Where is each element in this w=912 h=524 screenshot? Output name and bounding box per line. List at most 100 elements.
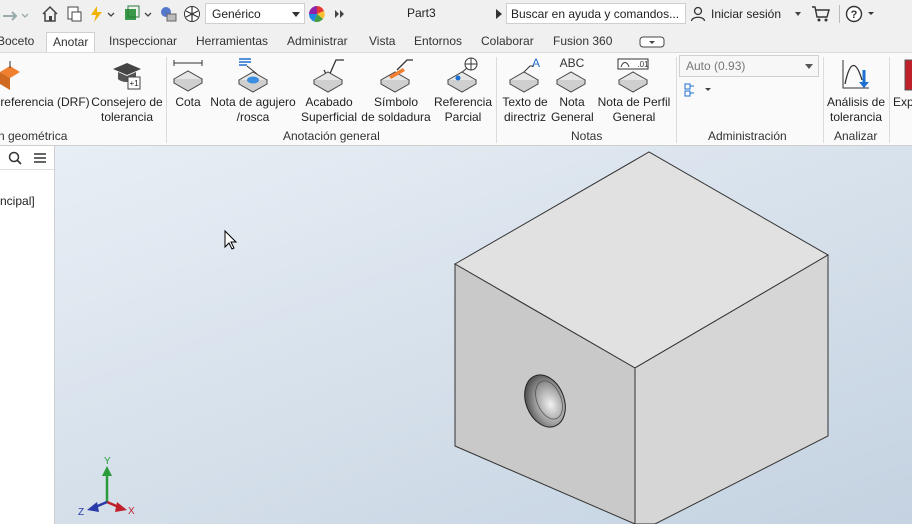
visibility-grid-icon [684, 83, 711, 97]
style-select-value: Genérico [212, 6, 261, 21]
graduation-cap-icon: +1 [113, 63, 141, 90]
browser-tree-item[interactable]: ncipal] [0, 194, 35, 208]
color-wheel-icon [308, 6, 325, 22]
document-title: Part3 [407, 6, 436, 20]
hole-thread-note-button[interactable]: Nota de agujero /rosca [208, 55, 298, 125]
redo-button[interactable] [0, 4, 30, 24]
profile-note-label-line1: Nota de Perfil [597, 95, 671, 109]
surface-finish-button[interactable]: Acabado Superficial [298, 55, 360, 125]
tab-environments[interactable]: Entornos [414, 32, 462, 52]
leader-text-icon: A [508, 56, 540, 93]
general-note-label-line1: Nota [559, 95, 585, 109]
mouse-cursor-icon [224, 229, 238, 250]
tolerance-analysis-button[interactable]: Análisis de tolerancia [825, 55, 887, 125]
profile-note-icon-text: .01 [637, 60, 649, 69]
general-note-label-line2: General [551, 110, 594, 124]
browser-toolbar [0, 146, 54, 170]
tab-fusion-360[interactable]: Fusion 360 [553, 32, 612, 52]
titlebar-divider [838, 4, 840, 24]
z-axis-arrow-icon [87, 502, 99, 512]
general-note-icon-text: ABC [560, 56, 585, 70]
chevron-down-icon [805, 64, 813, 69]
tolerance-advisor-button[interactable]: +1 Consejero de tolerancia [90, 55, 164, 125]
tab-sketch[interactable]: Boceto [0, 32, 34, 52]
appearance-ball-icon [184, 6, 200, 22]
cube-part[interactable] [454, 151, 829, 524]
search-expand-button[interactable] [494, 4, 504, 24]
export-label: Exp [893, 95, 912, 109]
hole-note-icon [237, 58, 269, 93]
update-button[interactable] [88, 4, 116, 24]
help-search-input[interactable]: Buscar en ayuda y comandos... [506, 3, 686, 24]
export-button[interactable]: Exp [893, 55, 912, 110]
surface-finish-label-line1: Acabado [305, 95, 353, 109]
model-browser: ncipal] [0, 146, 55, 524]
panel-divider [889, 57, 890, 143]
axis-triad: Y X Z [78, 456, 135, 518]
ribbon-tab-bar: Boceto Anotar Inspeccionar Herramientas … [0, 29, 912, 52]
leader-text-icon-letter: A [532, 56, 540, 70]
chevron-down-icon [795, 12, 801, 16]
chevron-right-icon [496, 9, 502, 19]
graphics-viewport[interactable]: Y X Z [55, 146, 912, 524]
hole-note-label-line2: /rosca [236, 110, 270, 124]
tab-view[interactable]: Vista [369, 32, 395, 52]
general-profile-note-button[interactable]: .01 Nota de Perfil General [594, 55, 674, 125]
help-button[interactable]: ? [845, 4, 877, 24]
leader-text-label-line2: directriz [503, 110, 546, 124]
tab-tools[interactable]: Herramientas [196, 32, 268, 52]
weld-symbol-button[interactable]: Símbolo de soldadura [360, 55, 432, 125]
panel-label-management: Administración [708, 129, 787, 143]
lightning-icon [91, 6, 115, 22]
appearance-style-select[interactable]: Genérico [205, 3, 305, 24]
double-chevron-right-icon [335, 10, 344, 18]
home-button[interactable] [40, 4, 60, 24]
z-axis-label: Z [78, 507, 84, 518]
surface-finish-label-line2: Superficial [300, 110, 358, 124]
y-axis-arrow-icon [102, 466, 112, 476]
search-icon[interactable] [8, 151, 22, 165]
partial-reference-icon [446, 57, 478, 93]
signin-button[interactable]: Iniciar sesión [690, 6, 781, 22]
svg-text:+1: +1 [129, 79, 139, 88]
account-menu-button[interactable] [792, 4, 804, 24]
user-icon [690, 6, 706, 22]
menu-icon[interactable] [33, 151, 47, 165]
panel-divider [823, 57, 824, 143]
export-icon [904, 59, 912, 91]
3d-scene: Y X Z [78, 151, 829, 524]
select-button[interactable] [122, 4, 152, 24]
tab-collaborate[interactable]: Colaborar [481, 32, 534, 52]
surface-finish-icon [312, 59, 344, 93]
material-icon [161, 7, 177, 22]
ribbon-panel-area: referencia (DRF) +1 Consejero de toleran… [0, 52, 912, 146]
chevron-down-icon [292, 12, 300, 17]
partial-reference-label-line1: Referencia [433, 95, 493, 109]
leader-text-button[interactable]: A Texto de directriz [499, 55, 551, 125]
x-axis-label: X [128, 506, 135, 517]
tolerance-analysis-label-line2: tolerancia [829, 110, 883, 124]
tab-annotate[interactable]: Anotar [46, 32, 96, 52]
material-button[interactable] [158, 4, 178, 24]
profile-note-icon: .01 [617, 58, 649, 93]
dimension-icon [172, 60, 204, 92]
annotation-scale-select[interactable]: Auto (0.93) [679, 55, 819, 77]
panel-divider [166, 57, 167, 143]
weld-symbol-label-line2: de soldadura [361, 110, 431, 124]
panel-label-notes: Notas [571, 129, 603, 143]
tab-manage[interactable]: Administrar [287, 32, 348, 52]
weld-symbol-icon [379, 59, 413, 93]
store-button[interactable] [810, 4, 832, 24]
annotation-visibility-button[interactable] [682, 82, 712, 100]
partial-reference-button[interactable]: Referencia Parcial [432, 55, 494, 125]
toolbar-overflow-button[interactable] [332, 4, 346, 24]
new-file-button[interactable] [64, 4, 84, 24]
color-override-button[interactable] [307, 4, 327, 24]
tab-inspect[interactable]: Inspeccionar [109, 32, 177, 52]
datum-reference-frame-button[interactable]: referencia (DRF) [0, 55, 90, 110]
help-icon: ? [845, 5, 874, 23]
appearance-button[interactable] [182, 4, 202, 24]
leader-text-label-line1: Texto de [502, 95, 548, 109]
dimension-button[interactable]: Cota [168, 55, 208, 110]
general-note-button[interactable]: ABC Nota General [551, 55, 594, 125]
